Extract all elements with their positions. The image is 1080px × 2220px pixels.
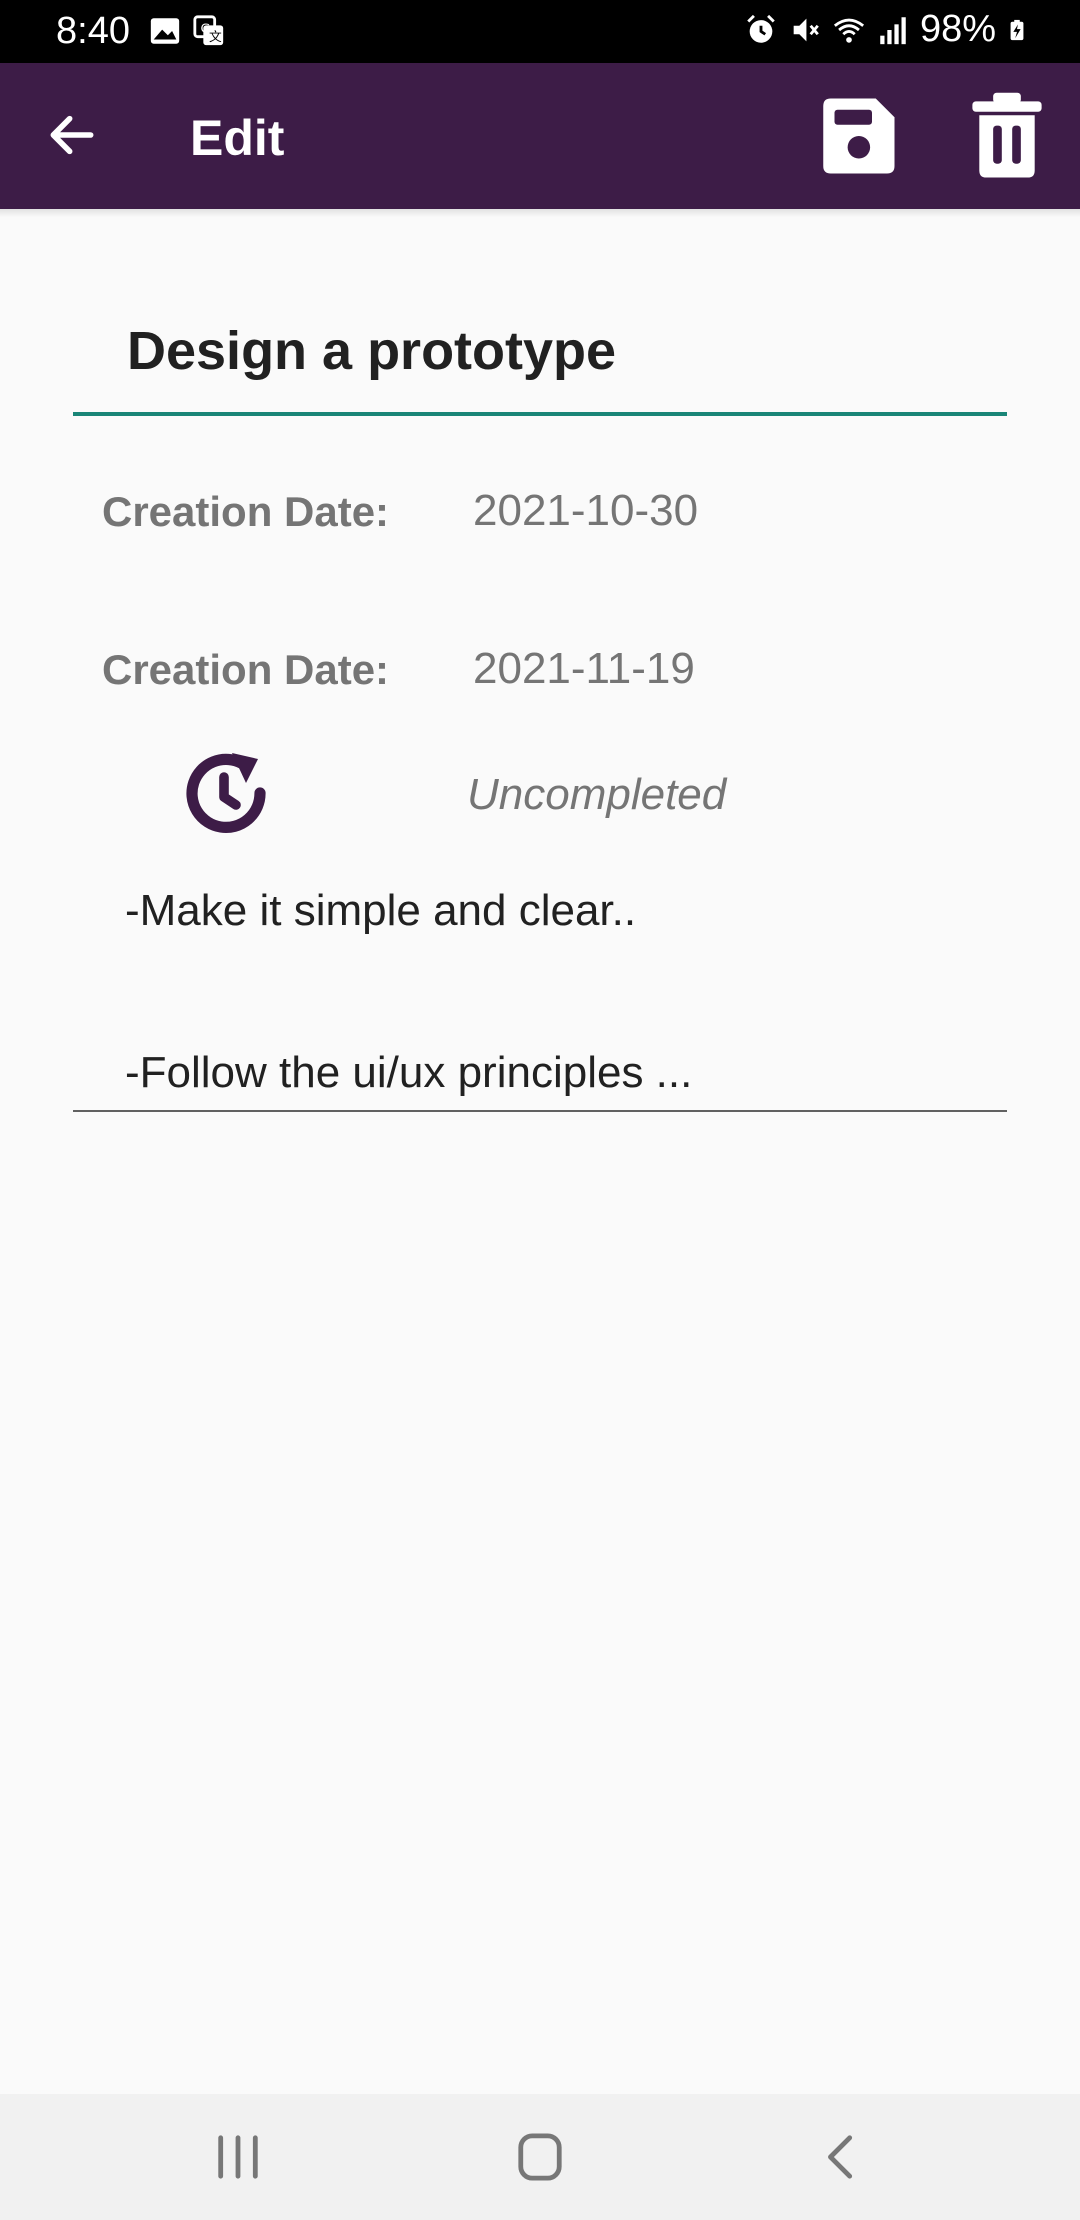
mute-icon: [793, 18, 819, 41]
description-line-1: -Make it simple and clear..: [125, 886, 637, 935]
save-icon[interactable]: [812, 91, 902, 181]
clock-refresh-icon[interactable]: [178, 745, 274, 841]
app-bar: Edit: [0, 63, 1080, 209]
second-date-label: Creation Date:: [102, 646, 390, 693]
translate-icon: G 文: [193, 15, 224, 46]
description-input[interactable]: -Make it simple and clear.. -Follow the …: [73, 870, 1007, 1112]
back-icon[interactable]: [812, 2132, 872, 2182]
home-icon[interactable]: [510, 2132, 570, 2182]
creation-date-value[interactable]: 2021-10-30: [473, 486, 698, 536]
status-label: Uncompleted: [467, 770, 727, 819]
delete-icon[interactable]: [968, 91, 1046, 181]
alarm-icon: [747, 14, 775, 43]
creation-date-label: Creation Date:: [102, 488, 390, 535]
recent-apps-icon[interactable]: [208, 2132, 268, 2182]
signal-icon: [880, 16, 906, 44]
svg-text:文: 文: [209, 30, 222, 45]
page-title: Edit: [190, 110, 285, 166]
task-title-value[interactable]: Design a prototype: [127, 320, 616, 382]
second-date-value[interactable]: 2021-11-19: [473, 644, 695, 694]
image-icon: [150, 18, 180, 44]
back-arrow-icon[interactable]: [44, 107, 100, 163]
system-nav-bar: [0, 2094, 1080, 2220]
task-title-input[interactable]: Design a prototype: [73, 310, 1007, 416]
status-time: 8:40: [56, 10, 130, 52]
battery-percent: 98%: [919, 8, 996, 50]
status-bar: 8:40 G 文 98%: [0, 0, 1080, 63]
battery-charging-icon: [1010, 19, 1024, 40]
description-line-2: -Follow the ui/ux principles ...: [125, 1048, 693, 1097]
wifi-icon: [833, 18, 864, 43]
